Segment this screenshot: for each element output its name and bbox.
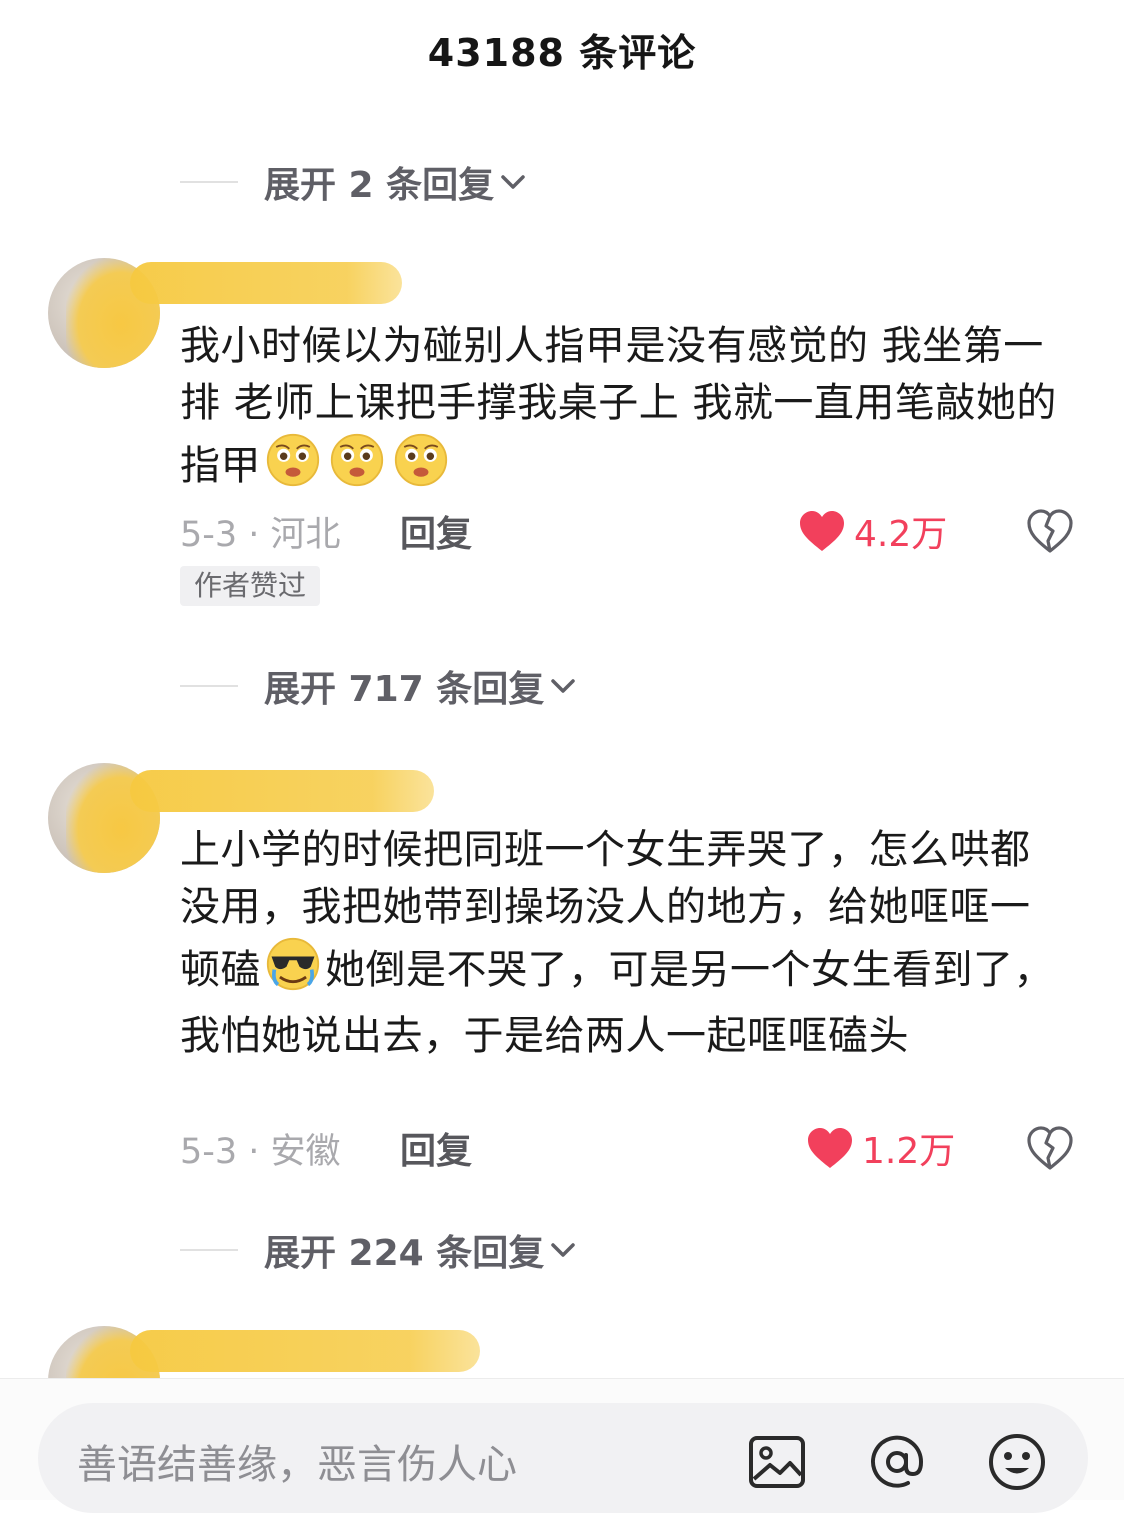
mention-button[interactable] xyxy=(866,1431,928,1497)
divider-line xyxy=(180,181,238,183)
reply-label: 回复 xyxy=(400,514,473,555)
at-icon xyxy=(871,1435,924,1488)
reply-label: 回复 xyxy=(400,1131,473,1172)
divider-line xyxy=(180,685,238,687)
username-redacted[interactable] xyxy=(130,262,402,304)
emoji-button[interactable] xyxy=(986,1431,1048,1497)
date-location: 5-3 · 河北 xyxy=(180,514,341,555)
expand-replies-label: 展开 2 条回复 xyxy=(264,165,495,206)
expand-replies-label: 展开 717 条回复 xyxy=(264,669,545,710)
expand-replies-row[interactable]: 展开 2 条回复 xyxy=(180,157,528,207)
comment-meta: 5-3 · 河北 xyxy=(180,506,341,556)
reply-button[interactable]: 回复 xyxy=(400,506,472,556)
like-count: 4.2万 xyxy=(854,514,948,555)
dislike-button[interactable] xyxy=(1026,1125,1074,1175)
expand-replies-row[interactable]: 展开 717 条回复 xyxy=(180,661,578,711)
comment-count-title: 43188 条评论 xyxy=(427,31,697,75)
expand-replies-label: 展开 224 条回复 xyxy=(264,1233,545,1274)
broken-heart-icon xyxy=(1027,1126,1073,1170)
sunglasses-crying-face-icon xyxy=(263,936,323,1008)
heart-icon xyxy=(808,1128,852,1168)
like-button[interactable]: 1.2万 xyxy=(806,1123,955,1173)
date-location: 5-3 · 安徽 xyxy=(180,1131,341,1172)
comment-text: 上小学的时候把同班一个女生弄哭了，怎么哄都没用，我把她带到操场没人的地方，给她哐… xyxy=(180,822,1070,1065)
expand-replies-row[interactable]: 展开 224 条回复 xyxy=(180,1225,578,1275)
like-button[interactable]: 4.2万 xyxy=(798,506,947,556)
comment-text: 我小时候以为碰别人指甲是没有感觉的 我坐第一排 老师上课把手撑我桌子上 我就一直… xyxy=(180,318,1070,504)
divider-line xyxy=(180,1249,238,1251)
pleading-face-icon xyxy=(391,432,451,504)
heart-icon xyxy=(800,511,844,551)
pleading-face-icon xyxy=(327,432,387,504)
comment-meta: 5-3 · 安徽 xyxy=(180,1123,341,1173)
image-icon xyxy=(749,1436,805,1488)
comment-input[interactable] xyxy=(75,1434,679,1496)
like-count: 1.2万 xyxy=(862,1131,956,1172)
author-liked-badge: 作者赞过 xyxy=(180,566,321,606)
pleading-face-icon xyxy=(263,432,323,504)
reply-button[interactable]: 回复 xyxy=(400,1123,472,1173)
username-redacted[interactable] xyxy=(130,770,434,812)
username-redacted[interactable] xyxy=(130,1330,480,1372)
dislike-button[interactable] xyxy=(1026,508,1074,558)
broken-heart-icon xyxy=(1027,509,1073,553)
chevron-down-icon xyxy=(551,1243,575,1257)
chevron-down-icon xyxy=(551,679,575,693)
chevron-down-icon xyxy=(501,175,525,189)
image-button[interactable] xyxy=(746,1431,808,1497)
emoji-icon xyxy=(989,1434,1045,1490)
